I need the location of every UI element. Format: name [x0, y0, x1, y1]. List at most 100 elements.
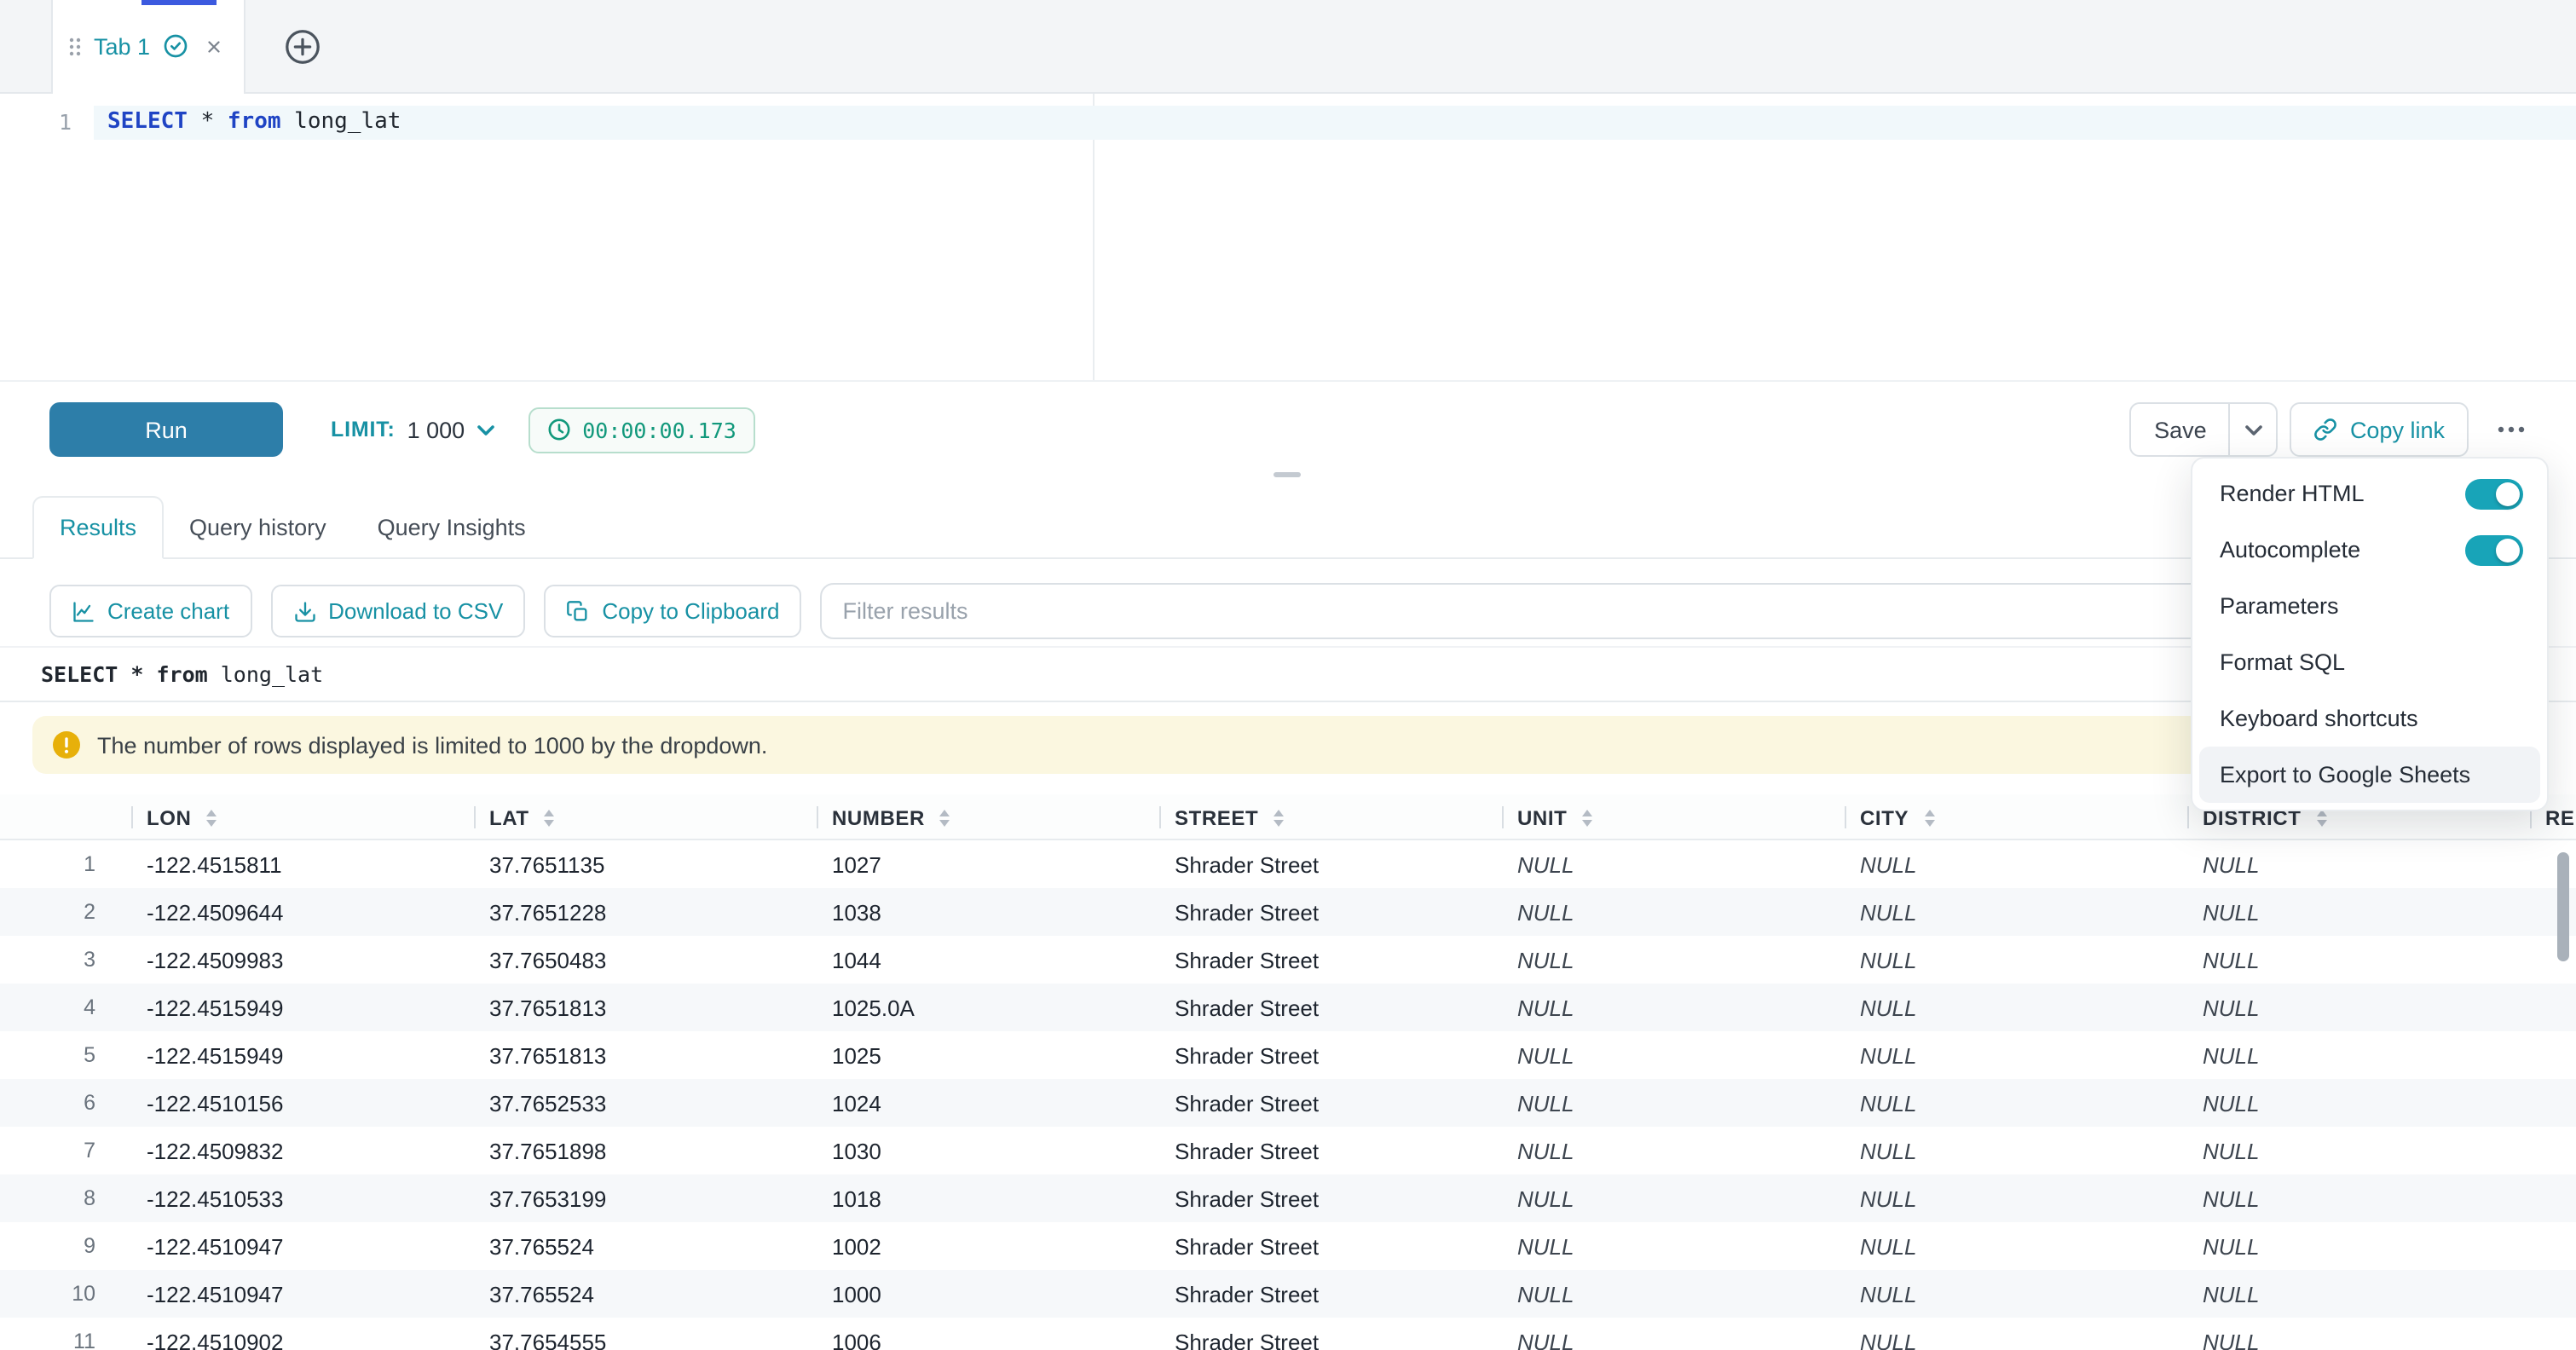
column-label: LAT: [489, 805, 529, 829]
table-cell: 37.7650483: [474, 947, 817, 972]
tab-results[interactable]: Results: [32, 496, 164, 559]
banner-text: The number of rows displayed is limited …: [97, 732, 767, 758]
column-header-city[interactable]: CITY: [1845, 794, 2187, 840]
table-row[interactable]: 4-122.451594937.76518131025.0AShrader St…: [0, 984, 2576, 1031]
table-row[interactable]: 3-122.450998337.76504831044Shrader Stree…: [0, 936, 2576, 984]
table-cell: 37.7651813: [474, 1042, 817, 1068]
table-cell: Shrader Street: [1159, 1138, 1502, 1163]
table-cell: -122.4510533: [131, 1186, 474, 1211]
table-row[interactable]: 5-122.451594937.76518131025Shrader Stree…: [0, 1031, 2576, 1079]
row-number-cell: 3: [0, 948, 131, 972]
table-cell: Shrader Street: [1159, 899, 1502, 925]
table-cell: NULL: [1502, 1281, 1845, 1307]
table-row[interactable]: 11-122.451090237.76545551006Shrader Stre…: [0, 1318, 2576, 1350]
menu-item-export-google-sheets[interactable]: Export to Google Sheets: [2199, 747, 2540, 803]
table-cell: NULL: [1502, 899, 1845, 925]
add-tab-button[interactable]: [283, 26, 322, 66]
row-number-cell: 10: [0, 1282, 131, 1306]
toggle-knob: [2496, 538, 2520, 562]
row-number-cell: 6: [0, 1091, 131, 1115]
table-cell: NULL: [1502, 1329, 1845, 1350]
panel-resize-handle[interactable]: [1274, 472, 1301, 477]
table-cell: -122.4510902: [131, 1329, 474, 1350]
table-cell: NULL: [2187, 1329, 2530, 1350]
table-cell: Shrader Street: [1159, 1281, 1502, 1307]
menu-item-autocomplete[interactable]: Autocomplete: [2199, 522, 2540, 578]
copy-clipboard-button[interactable]: Copy to Clipboard: [544, 585, 801, 638]
row-number-cell: 2: [0, 900, 131, 924]
table-cell: NULL: [1845, 1042, 2187, 1068]
limit-warning-banner: The number of rows displayed is limited …: [32, 716, 2535, 774]
download-csv-label: Download to CSV: [328, 598, 503, 624]
more-options-button[interactable]: [2482, 402, 2540, 457]
tab-query-insights[interactable]: Query Insights: [352, 496, 552, 557]
run-button[interactable]: Run: [49, 402, 283, 457]
table-cell: NULL: [1845, 1138, 2187, 1163]
table-cell: NULL: [2187, 947, 2530, 972]
tab-query-history[interactable]: Query history: [164, 496, 352, 557]
table-cell: 37.7652533: [474, 1090, 817, 1116]
column-header-lat[interactable]: LAT: [474, 794, 817, 840]
save-button[interactable]: Save: [2130, 402, 2231, 457]
table-row[interactable]: 6-122.451015637.76525331024Shrader Stree…: [0, 1079, 2576, 1127]
column-header-unit[interactable]: UNIT: [1502, 794, 1845, 840]
sql-editor[interactable]: 1 SELECT * from long_lat: [0, 94, 2576, 382]
sort-icon: [2316, 809, 2326, 826]
menu-item-parameters[interactable]: Parameters: [2199, 578, 2540, 634]
table-row[interactable]: 7-122.450983237.76518981030Shrader Stree…: [0, 1127, 2576, 1174]
table-cell: NULL: [1845, 1090, 2187, 1116]
table-cell: NULL: [1502, 1233, 1845, 1259]
limit-dropdown[interactable]: LIMIT: 1 000: [331, 417, 494, 442]
table-cell: NULL: [2187, 1138, 2530, 1163]
table-cell: -122.4510947: [131, 1281, 474, 1307]
table-cell: NULL: [1845, 1281, 2187, 1307]
sort-icon: [1274, 809, 1284, 826]
table-cell: 37.765524: [474, 1233, 817, 1259]
table-cell: 1030: [817, 1138, 1159, 1163]
vertical-scrollbar-thumb[interactable]: [2557, 852, 2569, 961]
plus-circle-icon: [283, 26, 322, 66]
table-cell: NULL: [2187, 1090, 2530, 1116]
sort-icon: [206, 809, 217, 826]
table-cell: NULL: [1502, 1042, 1845, 1068]
column-header-lon[interactable]: LON: [131, 794, 474, 840]
column-header-number[interactable]: NUMBER: [817, 794, 1159, 840]
render-html-toggle[interactable]: [2465, 478, 2523, 509]
copy-link-button[interactable]: Copy link: [2290, 402, 2469, 457]
table-cell: NULL: [1502, 851, 1845, 877]
table-cell: 37.7653199: [474, 1186, 817, 1211]
editor-tab-bar: Tab 1: [0, 0, 2576, 94]
download-csv-button[interactable]: Download to CSV: [270, 585, 525, 638]
table-row[interactable]: 1-122.451581137.76511351027Shrader Stree…: [0, 840, 2576, 888]
table-cell: 37.7651813: [474, 995, 817, 1020]
menu-item-keyboard-shortcuts[interactable]: Keyboard shortcuts: [2199, 690, 2540, 747]
menu-item-format-sql[interactable]: Format SQL: [2199, 634, 2540, 690]
editor-tab[interactable]: Tab 1: [51, 0, 245, 93]
table-cell: NULL: [2187, 1281, 2530, 1307]
limit-label: LIMIT:: [331, 418, 396, 441]
table-cell: -122.4509644: [131, 899, 474, 925]
sort-icon: [545, 809, 555, 826]
menu-item-render-html[interactable]: Render HTML: [2199, 465, 2540, 522]
row-number-column-header: [0, 794, 131, 840]
save-options-button[interactable]: [2229, 402, 2279, 457]
table-cell: 1006: [817, 1329, 1159, 1350]
table-row[interactable]: 2-122.450964437.76512281038Shrader Stree…: [0, 888, 2576, 936]
chevron-down-icon: [477, 424, 494, 436]
tab-label: Tab 1: [94, 33, 150, 59]
table-row[interactable]: 9-122.451094737.7655241002Shrader Street…: [0, 1222, 2576, 1270]
sql-keyword-from: from: [228, 106, 281, 140]
column-header-street[interactable]: STREET: [1159, 794, 1502, 840]
table-row[interactable]: 8-122.451053337.76531991018Shrader Stree…: [0, 1174, 2576, 1222]
results-table: LON LAT NUMBER STREET UNIT CITY DISTRICT…: [0, 794, 2576, 1350]
menu-item-label: Export to Google Sheets: [2220, 762, 2523, 788]
table-row[interactable]: 10-122.451094737.7655241000Shrader Stree…: [0, 1270, 2576, 1318]
create-chart-button[interactable]: Create chart: [49, 585, 251, 638]
close-tab-button[interactable]: [201, 33, 227, 59]
table-cell: NULL: [2187, 1186, 2530, 1211]
autocomplete-toggle[interactable]: [2465, 534, 2523, 565]
row-number-cell: 5: [0, 1043, 131, 1067]
sql-console: Tab 1 1 SELECT * from long_lat Run: [0, 0, 2576, 1350]
table-cell: NULL: [1845, 947, 2187, 972]
tab-drag-handle-icon[interactable]: [68, 35, 82, 57]
